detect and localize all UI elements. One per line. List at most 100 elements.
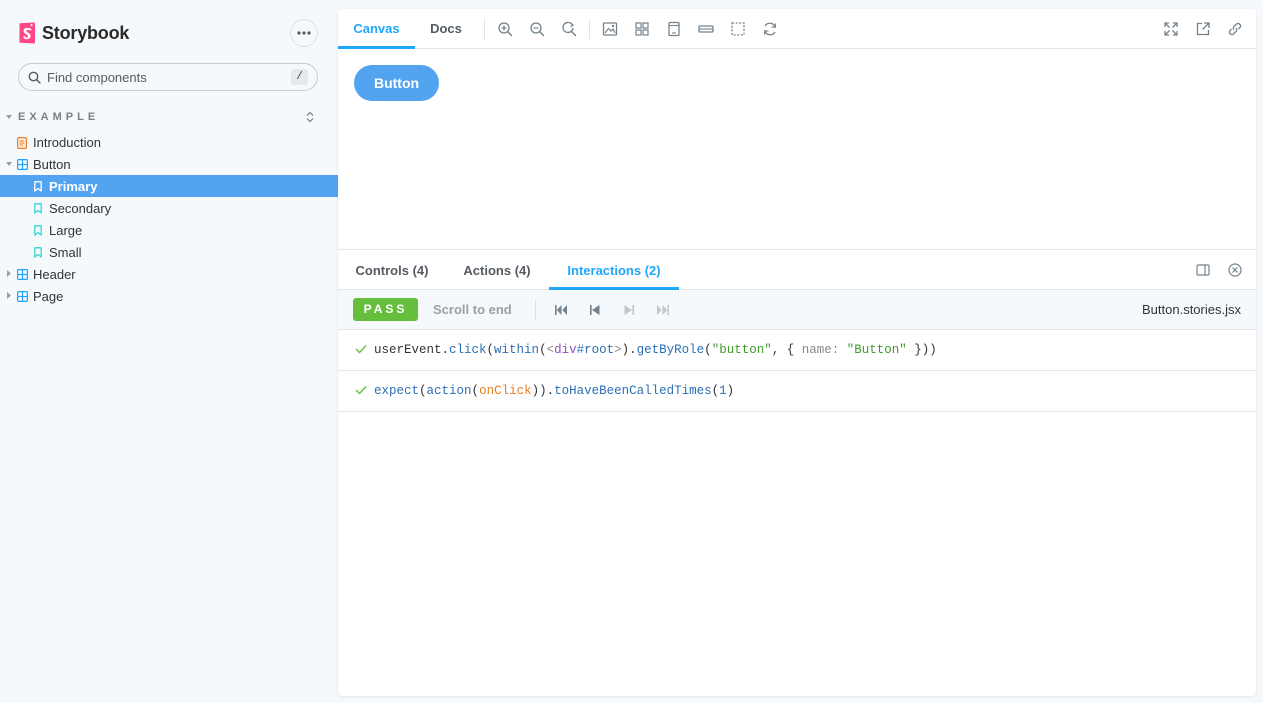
tab-controls[interactable]: Controls (4): [338, 250, 446, 290]
sidebar-item-label: Introduction: [33, 135, 101, 150]
sidebar-item-label: Primary: [49, 179, 98, 194]
component-icon: [17, 291, 28, 302]
open-new-tab-icon[interactable]: [1195, 21, 1211, 37]
code-token: #root: [576, 343, 615, 357]
code-token: (: [539, 343, 547, 357]
interactions-controls: PASS Scroll to end Button.stories.jsx: [338, 290, 1256, 330]
sidebar-item-label: Secondary: [49, 201, 112, 216]
interaction-row[interactable]: userEvent.click(within(<div#root>).getBy…: [338, 330, 1256, 371]
check-icon: [355, 345, 367, 354]
fullscreen-icon[interactable]: [1163, 21, 1179, 37]
controls-divider: [535, 300, 536, 320]
component-icon: [17, 159, 28, 170]
sidebar-item-header[interactable]: Header: [0, 263, 338, 285]
code-token: expect: [374, 384, 420, 398]
interaction-code: expect(action(onClick)).toHaveBeenCalled…: [374, 384, 734, 398]
code-token: ).: [621, 343, 637, 357]
code-token: )).: [531, 384, 555, 398]
tab-actions[interactable]: Actions (4): [446, 250, 548, 290]
caret-down-icon: [6, 162, 12, 166]
caret-right-icon: [7, 292, 11, 299]
group-title: EXAMPLE: [18, 111, 100, 123]
code-token: action: [426, 384, 472, 398]
sidebar-item-button[interactable]: Button: [0, 153, 338, 175]
toolbar-divider: [484, 19, 485, 39]
zoom-out-icon[interactable]: [529, 21, 545, 37]
scroll-to-end-button[interactable]: Scroll to end: [433, 302, 512, 317]
code-token: (: [486, 343, 495, 357]
zoom-reset-icon[interactable]: [561, 21, 577, 37]
code-token: "button": [711, 343, 772, 357]
code-token: name:: [801, 343, 847, 357]
code-token: (: [711, 384, 720, 398]
search-box[interactable]: /: [18, 63, 318, 91]
sidebar-item-primary[interactable]: Primary: [0, 175, 338, 197]
code-token: getByRole: [636, 343, 705, 357]
story-primary-button[interactable]: Button: [354, 65, 439, 101]
code-token: "Button": [846, 343, 907, 357]
bookmark-icon: [34, 203, 42, 214]
main-panel: Canvas Docs Button Controls (4) Actions …: [338, 9, 1256, 696]
bookmark-icon: [34, 247, 42, 258]
sidebar-item-introduction[interactable]: Introduction: [0, 131, 338, 153]
sidebar-item-page[interactable]: Page: [0, 285, 338, 307]
code-token: userEvent.: [374, 343, 450, 357]
measure-icon[interactable]: [698, 21, 714, 37]
code-token: onClick: [479, 384, 532, 398]
code-token: (: [704, 343, 712, 357]
code-token: click: [449, 343, 487, 357]
go-to-start-icon[interactable]: [554, 303, 568, 317]
remount-icon[interactable]: [762, 21, 778, 37]
group-header-example[interactable]: EXAMPLE: [6, 111, 320, 125]
sidebar-menu-button[interactable]: [290, 19, 318, 47]
step-forward-icon[interactable]: [622, 303, 636, 317]
code-token: 1: [719, 384, 727, 398]
brand[interactable]: Storybook: [18, 22, 129, 44]
tab-canvas[interactable]: Canvas: [338, 9, 415, 49]
code-token: within: [494, 343, 540, 357]
sidebar: Storybook / EXAMPLE Introduction: [0, 0, 338, 703]
close-panel-icon[interactable]: [1228, 263, 1242, 277]
zoom-in-icon[interactable]: [497, 21, 513, 37]
caret-right-icon: [7, 270, 11, 277]
search-shortcut-key: /: [291, 69, 308, 85]
viewport-icon[interactable]: [666, 21, 682, 37]
search-icon: [28, 71, 41, 84]
interaction-row[interactable]: expect(action(onClick)).toHaveBeenCalled…: [338, 371, 1256, 412]
document-icon: [17, 137, 27, 149]
bookmark-icon: [34, 181, 42, 192]
panel-orientation-icon[interactable]: [1196, 263, 1210, 277]
code-token: ): [726, 384, 735, 398]
sidebar-item-label: Large: [49, 223, 83, 238]
code-token: >: [614, 343, 622, 357]
interaction-code: userEvent.click(within(<div#root>).getBy…: [374, 343, 937, 357]
tab-interactions[interactable]: Interactions (2): [549, 250, 679, 290]
step-back-icon[interactable]: [588, 303, 602, 317]
story-file-name: Button.stories.jsx: [1142, 302, 1241, 317]
sidebar-item-label: Small: [49, 245, 82, 260]
copy-link-icon[interactable]: [1227, 21, 1243, 37]
background-icon[interactable]: [602, 21, 618, 37]
sidebar-item-small[interactable]: Small: [0, 241, 338, 263]
expand-collapse-icon[interactable]: [306, 111, 314, 123]
code-token: div: [554, 343, 577, 357]
story-canvas: Button: [338, 50, 1256, 250]
toolbar-divider: [589, 19, 590, 39]
search-input[interactable]: [47, 68, 287, 87]
grid-icon[interactable]: [634, 21, 650, 37]
code-token: (: [419, 384, 427, 398]
brand-name: Storybook: [42, 22, 130, 43]
addons-tab-bar: Controls (4) Actions (4) Interactions (2…: [338, 249, 1256, 290]
preview-toolbar: Canvas Docs: [338, 9, 1256, 49]
sidebar-item-large[interactable]: Large: [0, 219, 338, 241]
sidebar-item-label: Header: [33, 267, 76, 282]
code-token: , {: [771, 343, 802, 357]
code-token: toHaveBeenCalledTimes: [554, 384, 712, 398]
sidebar-item-secondary[interactable]: Secondary: [0, 197, 338, 219]
caret-down-icon: [6, 115, 12, 119]
go-to-end-icon[interactable]: [656, 303, 670, 317]
code-token: })): [906, 343, 937, 357]
ellipsis-icon: [297, 31, 311, 35]
tab-docs[interactable]: Docs: [415, 9, 477, 49]
outline-icon[interactable]: [730, 21, 746, 37]
